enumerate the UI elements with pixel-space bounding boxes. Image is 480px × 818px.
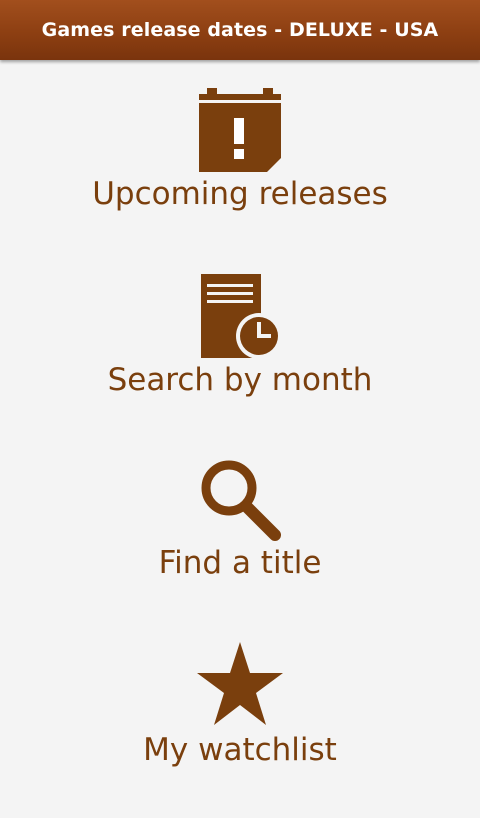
menu-item-search-by-month[interactable]: Search by month xyxy=(0,268,480,450)
document-clock-icon xyxy=(0,274,480,358)
app-title: Games release dates - DELUXE - USA xyxy=(41,19,439,41)
magnifier-icon xyxy=(0,458,480,542)
menu-item-label: My watchlist xyxy=(143,732,337,768)
menu-item-label: Upcoming releases xyxy=(92,176,388,212)
title-bar: Games release dates - DELUXE - USA xyxy=(0,0,480,60)
menu-item-label: Search by month xyxy=(107,362,373,398)
main-menu: Upcoming releases Search by month Find a xyxy=(0,62,480,800)
menu-item-label: Find a title xyxy=(158,545,322,581)
menu-item-my-watchlist[interactable]: My watchlist xyxy=(0,636,480,818)
star-icon xyxy=(0,642,480,726)
menu-item-upcoming-releases[interactable]: Upcoming releases xyxy=(0,82,480,264)
menu-item-find-a-title[interactable]: Find a title xyxy=(0,452,480,634)
calendar-alert-icon xyxy=(0,88,480,172)
